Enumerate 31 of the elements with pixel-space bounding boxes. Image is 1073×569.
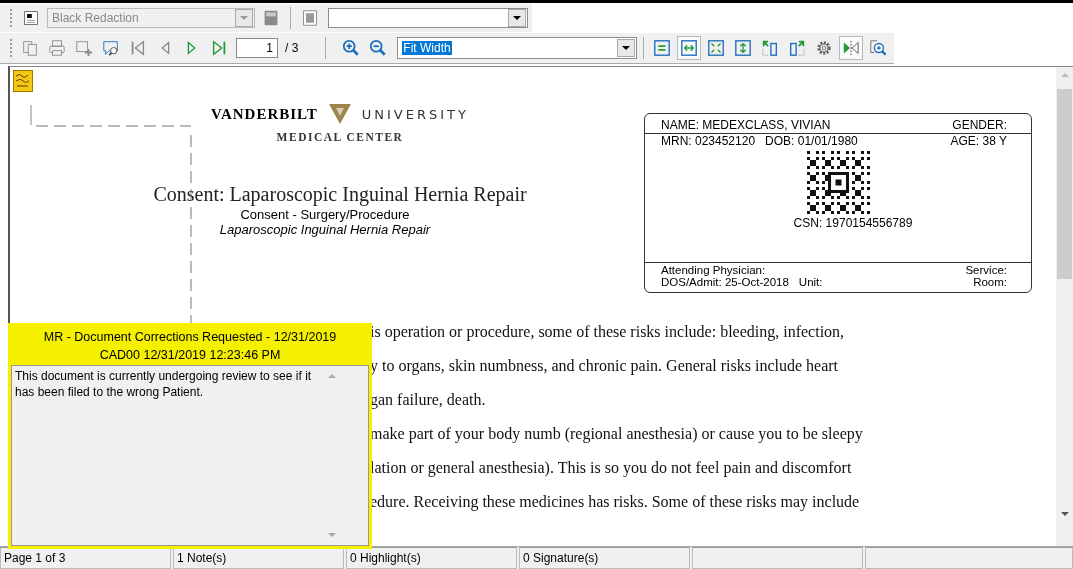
page-total: / 3 — [285, 40, 299, 55]
logo-text: VANDERBILT — [211, 105, 318, 123]
logo-subtitle: MEDICAL CENTER — [276, 131, 404, 143]
shield-logo-icon — [327, 103, 352, 125]
zoom-combo[interactable]: Fit Width — [397, 36, 638, 59]
note-title: MR - Document Corrections Requested - 12/31/2019 — [42, 329, 338, 346]
vertical-scrollbar[interactable] — [1056, 67, 1073, 546]
room-label: Room: — [973, 276, 1007, 288]
status-panel: 0 Signature(s) — [519, 547, 690, 569]
note-author-time: CAD00 12/31/2019 12:23:46 PM — [98, 347, 282, 364]
document-name: Laparoscopic Inguinal Hernia Repair — [219, 222, 431, 237]
admit-date-text: DOS/Admit: 25-Oct-2018 — [661, 276, 789, 288]
age-text: AGE: 38 Y — [950, 134, 1007, 148]
combo-box[interactable] — [328, 8, 528, 28]
sticky-note-icon[interactable] — [13, 70, 33, 92]
document-title: Consent: Laparoscopic Inguinal Hernia Repair — [153, 183, 527, 206]
patient-name: NAME: MEDEXCLASS, VIVIAN — [661, 118, 831, 132]
mrn-text: MRN: 023452120 — [661, 134, 756, 148]
service-label: Service: — [965, 264, 1007, 276]
csn-text: CSN: 1970154556789 — [793, 216, 913, 230]
logo-text: UNIVERSITY — [361, 106, 469, 122]
unit-label: Unit: — [798, 276, 823, 288]
status-panel: 0 Highlight(s) — [346, 547, 517, 569]
gender-label: GENDER: — [952, 118, 1007, 132]
document-type: Consent - Surgery/Procedure — [240, 207, 410, 222]
qr-code-drawing — [806, 151, 870, 214]
body-text-line: lation or general anesthesia). This is so you do not feel pain and discomfort — [370, 459, 853, 479]
note-text: This document is currently undergoing review to see if it has been filed to the wrong Patient. — [14, 368, 313, 401]
dob-text: DOB: 01/01/1980 — [765, 134, 858, 148]
attending-label: Attending Physician: — [661, 264, 766, 276]
page-number-field[interactable]: 1 — [236, 37, 278, 58]
